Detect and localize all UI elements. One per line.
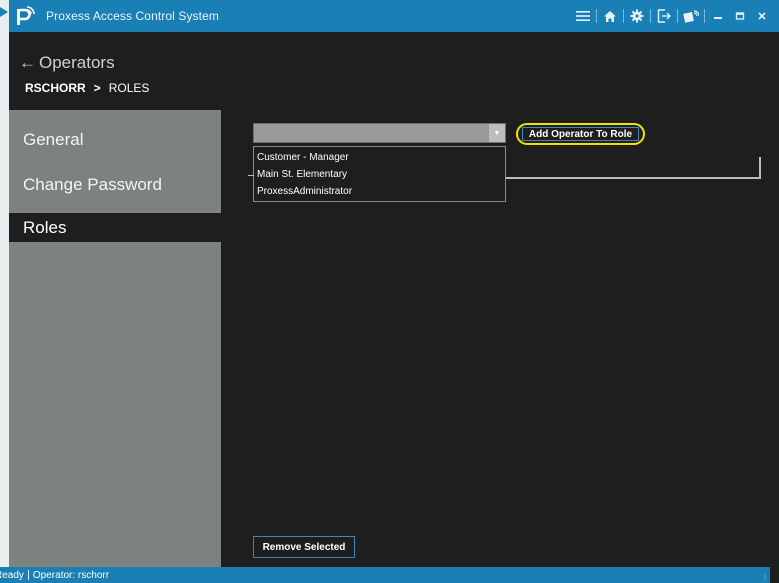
window-pointer-arrow — [0, 7, 8, 17]
status-divider — [27, 570, 29, 580]
back-arrow-icon: ← — [19, 53, 36, 72]
menu-icon[interactable] — [572, 0, 594, 32]
role-select[interactable]: ▼ — [253, 123, 506, 143]
status-operator: Operator: rschorr — [32, 569, 110, 581]
toolbar-divider — [623, 9, 624, 23]
close-icon[interactable] — [751, 0, 773, 32]
sidebar-item-roles[interactable]: Roles — [9, 213, 221, 242]
sidebar-item-general[interactable]: General — [9, 125, 221, 154]
role-option-proxess-administrator[interactable]: ProxessAdministrator — [254, 183, 505, 200]
settings-icon[interactable] — [626, 0, 648, 32]
add-operator-to-role-button[interactable]: Add Operator To Role — [516, 123, 645, 145]
sidebar-item-label: Change Password — [23, 174, 162, 194]
resize-grip-icon[interactable]: ⋮ — [762, 574, 768, 581]
toolbar-divider — [650, 9, 651, 23]
remove-selected-button[interactable]: Remove Selected — [253, 536, 355, 558]
role-dropdown-list: Customer - Manager Main St. Elementary P… — [253, 146, 506, 202]
role-option-main-st-elementary[interactable]: Main St. Elementary — [254, 166, 505, 183]
sidebar-item-change-password[interactable]: Change Password — [9, 170, 221, 199]
minimize-icon[interactable] — [707, 0, 729, 32]
roles-list-border — [759, 157, 761, 179]
app-window: Proxess Access Control System ← Operator… — [9, 0, 779, 583]
breadcrumb-section: ROLES — [108, 81, 150, 95]
roles-list-border — [248, 175, 254, 176]
roles-list-border — [506, 177, 761, 179]
roles-panel: ▼ Customer - Manager Main St. Elementary… — [221, 110, 779, 567]
back-link-label: Operators — [39, 53, 115, 72]
chevron-down-icon[interactable]: ▼ — [489, 124, 505, 142]
sidebar: General Change Password Roles — [9, 110, 221, 567]
back-to-operators-link[interactable]: ← Operators — [19, 53, 115, 73]
status-bar: Ready Operator: rschorr ⋮ — [0, 567, 770, 583]
page-header: ← Operators RSCHORR > ROLES — [9, 32, 779, 110]
breadcrumb-user: RSCHORR — [25, 81, 86, 95]
maximize-icon[interactable] — [729, 0, 751, 32]
toolbar-divider — [596, 9, 597, 23]
sidebar-item-label: General — [23, 129, 84, 149]
sidebar-item-label: Roles — [23, 217, 67, 237]
toolbar-divider — [704, 9, 705, 23]
title-bar: Proxess Access Control System — [9, 0, 779, 32]
breadcrumb-separator: > — [93, 81, 101, 95]
status-state: Ready — [0, 569, 24, 581]
badge-icon[interactable] — [680, 0, 702, 32]
proxess-logo-icon — [17, 6, 35, 25]
logout-icon[interactable] — [653, 0, 675, 32]
app-title: Proxess Access Control System — [46, 9, 219, 23]
add-operator-to-role-label: Add Operator To Role — [522, 127, 639, 141]
home-icon[interactable] — [599, 0, 621, 32]
breadcrumb: RSCHORR > ROLES — [25, 81, 149, 95]
title-bar-toolbar — [572, 0, 773, 32]
toolbar-divider — [677, 9, 678, 23]
role-option-customer-manager[interactable]: Customer - Manager — [254, 149, 505, 166]
